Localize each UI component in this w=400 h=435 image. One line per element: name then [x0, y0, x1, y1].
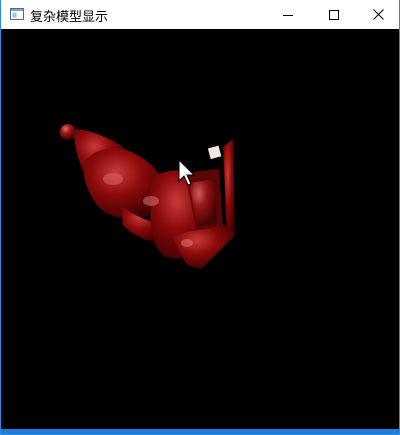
model-highlight — [103, 173, 123, 185]
minimize-button[interactable] — [265, 0, 311, 29]
window-bottom-border — [1, 429, 399, 434]
app-window-icon — [10, 8, 24, 20]
app-window: 复杂模型显示 — [0, 0, 400, 435]
model-highlight — [143, 196, 159, 206]
3d-model-render — [60, 124, 235, 269]
close-button[interactable] — [355, 0, 400, 29]
window-title: 复杂模型显示 — [30, 10, 109, 25]
close-icon — [372, 9, 384, 20]
maximize-button[interactable] — [311, 0, 357, 29]
model-highlight — [181, 239, 193, 247]
model-small-cube — [207, 145, 222, 160]
render-viewport[interactable] — [1, 29, 399, 429]
minimize-icon — [283, 14, 293, 16]
model-slab — [223, 139, 235, 239]
title-bar[interactable]: 复杂模型显示 — [1, 0, 399, 29]
maximize-icon — [329, 9, 339, 20]
